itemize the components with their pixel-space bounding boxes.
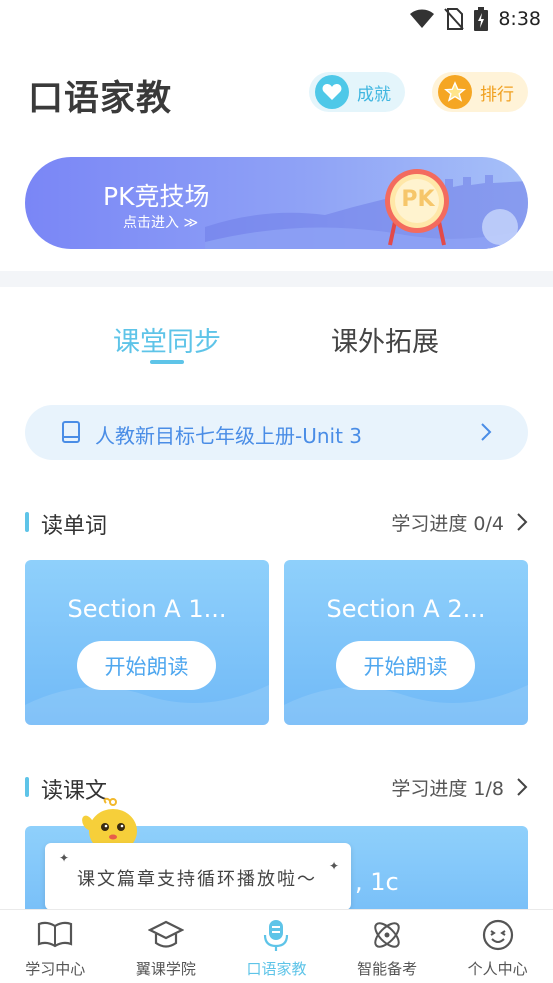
nav-item-smart-exam-prep[interactable]: 智能备考 (332, 910, 443, 983)
graduation-cap-icon (147, 920, 184, 948)
sparkle-icon: ✦ (59, 851, 70, 865)
tab-indicator (150, 360, 184, 364)
section-divider (0, 271, 553, 287)
star-icon (438, 75, 472, 109)
status-time: 8:38 (498, 8, 541, 30)
pk-drum-label: PK (401, 187, 435, 212)
header: 口语家教 成就 排行 (0, 60, 553, 128)
achievement-label: 成就 (357, 84, 391, 105)
great-wall-illustration (205, 175, 528, 249)
nav-label: 翼课学院 (135, 960, 196, 978)
nav-label: 个人中心 (467, 960, 528, 978)
no-sim-icon (444, 8, 465, 30)
book-icon (62, 421, 80, 443)
microphone-icon (264, 920, 289, 951)
chevron-right-icon (481, 423, 492, 441)
read-text-progress[interactable]: 学习进度 1/8 (391, 774, 504, 801)
heart-icon (315, 75, 349, 109)
section-marker (25, 777, 29, 797)
battery-charging-icon (474, 7, 489, 31)
status-bar: 8:38 (0, 0, 553, 40)
tab-extracurricular[interactable]: 课外拓展 (331, 320, 439, 359)
atom-icon (374, 922, 400, 948)
tooltip-text: 课文篇章支持循环播放啦～ (77, 869, 317, 890)
sparkle-icon: ✦ (328, 859, 339, 873)
word-card[interactable]: Section A 1... 开始朗读 (25, 560, 269, 725)
loop-play-tooltip: ✦ ✦ 课文篇章支持循环播放啦～ (45, 843, 351, 910)
textbook-selector[interactable]: 人教新目标七年级上册-Unit 3 (25, 405, 528, 460)
word-card[interactable]: Section A 2... 开始朗读 (284, 560, 528, 725)
text-card-title: , 1c (355, 868, 399, 896)
smiley-icon (482, 919, 513, 951)
nav-item-study-center[interactable]: 学习中心 (0, 910, 111, 983)
page-title: 口语家教 (28, 79, 173, 119)
tab-classroom-sync[interactable]: 课堂同步 (113, 320, 221, 359)
wifi-icon (410, 9, 435, 28)
achievement-button[interactable]: 成就 (309, 72, 405, 112)
chevron-right-icon[interactable] (516, 512, 528, 532)
start-reading-button[interactable]: 开始朗读 (336, 641, 475, 690)
bottom-nav: 学习中心 翼课学院 口语家教 智能备考 个人中心 (0, 909, 553, 983)
book-open-icon (38, 921, 73, 948)
rank-button[interactable]: 排行 (432, 72, 528, 112)
read-words-title: 读单词 (41, 514, 108, 539)
read-words-progress[interactable]: 学习进度 0/4 (391, 509, 504, 536)
nav-item-yike-academy[interactable]: 翼课学院 (111, 910, 222, 983)
read-words-header: 读单词 学习进度 0/4 (25, 508, 528, 539)
nav-label: 学习中心 (25, 960, 86, 978)
rank-label: 排行 (480, 84, 514, 105)
section-marker (25, 512, 29, 532)
word-card-title: Section A 2... (326, 595, 486, 623)
word-card-title: Section A 1... (67, 595, 227, 623)
nav-label: 智能备考 (357, 960, 418, 978)
pk-banner-title: PK竞技场 (103, 182, 210, 211)
pk-banner-subtitle: 点击进入 ≫ (123, 215, 199, 231)
chevron-right-icon[interactable] (516, 777, 528, 797)
nav-label: 口语家教 (246, 960, 307, 978)
pk-arena-banner[interactable]: PK竞技场 点击进入 ≫ PK (25, 157, 528, 249)
start-reading-button[interactable]: 开始朗读 (77, 641, 216, 690)
textbook-label: 人教新目标七年级上册-Unit 3 (95, 424, 363, 448)
nav-item-oral-tutor[interactable]: 口语家教 (221, 910, 332, 983)
nav-item-personal-center[interactable]: 个人中心 (442, 910, 553, 983)
